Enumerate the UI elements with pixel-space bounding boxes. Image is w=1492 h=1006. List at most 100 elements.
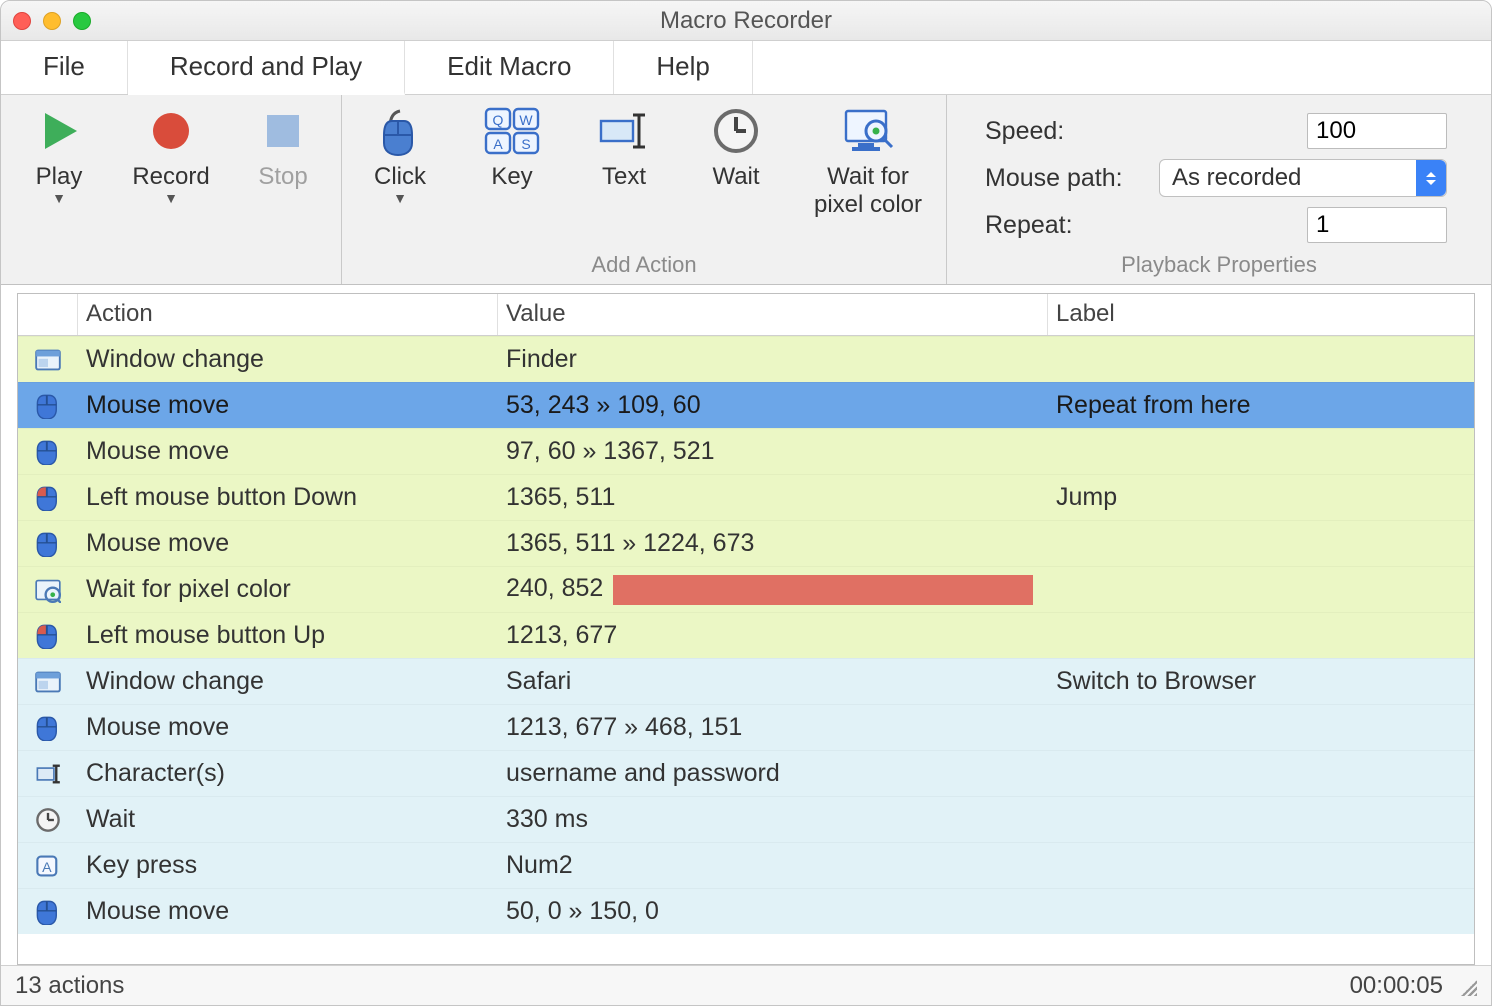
table-row[interactable]: Wait330 ms	[18, 796, 1474, 842]
table-row[interactable]: Mouse move1213, 677 » 468, 151	[18, 704, 1474, 750]
cell-action: Wait	[78, 799, 498, 840]
pixel-icon	[840, 103, 896, 159]
click-button[interactable]: Click ▼	[360, 103, 440, 202]
group-label-playrec	[19, 252, 323, 282]
mouse-blue-icon	[18, 439, 78, 465]
cell-value: 1365, 511	[498, 477, 1048, 518]
cell-label: Jump	[1048, 477, 1474, 518]
record-icon	[143, 103, 199, 159]
minimize-button[interactable]	[43, 12, 61, 30]
record-caret-icon: ▼	[164, 195, 178, 202]
click-label: Click	[374, 163, 426, 191]
close-button[interactable]	[13, 12, 31, 30]
mousepath-select[interactable]: As recorded	[1159, 159, 1447, 197]
speed-input[interactable]	[1307, 113, 1447, 149]
cell-label	[1048, 354, 1474, 366]
header-label[interactable]: Label	[1048, 294, 1474, 335]
cell-value: 53, 243 » 109, 60	[498, 385, 1048, 426]
repeat-input[interactable]	[1307, 207, 1447, 243]
key-button[interactable]: Q W A S Key	[472, 103, 552, 191]
cell-value: 240, 852	[498, 568, 1048, 610]
svg-text:W: W	[519, 112, 533, 128]
cell-value: 50, 0 » 150, 0	[498, 891, 1048, 932]
table-row[interactable]: Mouse move50, 0 » 150, 0	[18, 888, 1474, 934]
speed-label: Speed:	[985, 117, 1145, 146]
mouse-red-icon	[18, 623, 78, 649]
mouse-blue-icon	[18, 393, 78, 419]
cell-label	[1048, 768, 1474, 780]
group-label-add-action: Add Action	[360, 252, 928, 282]
tab-edit-macro[interactable]: Edit Macro	[405, 41, 614, 94]
table-row[interactable]: Key pressNum2	[18, 842, 1474, 888]
wait-label: Wait	[712, 163, 759, 191]
svg-text:A: A	[493, 136, 503, 152]
text-icon	[596, 103, 652, 159]
cell-action: Mouse move	[78, 431, 498, 472]
status-left: 13 actions	[15, 972, 124, 1000]
cell-action: Wait for pixel color	[78, 569, 498, 610]
cell-action: Mouse move	[78, 707, 498, 748]
record-button[interactable]: Record ▼	[131, 103, 211, 202]
table-row[interactable]: Mouse move97, 60 » 1367, 521	[18, 428, 1474, 474]
play-icon	[31, 103, 87, 159]
header-value[interactable]: Value	[498, 294, 1048, 335]
status-bar: 13 actions 00:00:05	[1, 965, 1491, 1005]
table-row[interactable]: Left mouse button Down1365, 511Jump	[18, 474, 1474, 520]
wait-pixel-label: Wait for pixel color	[814, 163, 922, 218]
cell-value: 330 ms	[498, 799, 1048, 840]
resize-grip-icon[interactable]	[1457, 976, 1477, 996]
cell-label: Repeat from here	[1048, 385, 1474, 426]
stop-button[interactable]: Stop	[243, 103, 323, 191]
tab-help[interactable]: Help	[614, 41, 752, 94]
wait-pixel-button[interactable]: Wait for pixel color	[808, 103, 928, 218]
svg-text:S: S	[521, 136, 530, 152]
record-label: Record	[132, 163, 209, 191]
mouse-red-icon	[18, 485, 78, 511]
cell-label	[1048, 906, 1474, 918]
mouse-icon	[372, 103, 428, 159]
header-action[interactable]: Action	[78, 294, 498, 335]
play-caret-icon: ▼	[52, 195, 66, 202]
cell-action: Left mouse button Down	[78, 477, 498, 518]
cell-label	[1048, 722, 1474, 734]
pixel-icon	[18, 577, 78, 603]
cell-value: 97, 60 » 1367, 521	[498, 431, 1048, 472]
table-row[interactable]: Window changeSafariSwitch to Browser	[18, 658, 1474, 704]
repeat-label: Repeat:	[985, 211, 1145, 240]
table-row[interactable]: Character(s)username and password	[18, 750, 1474, 796]
table-row[interactable]: Window changeFinder	[18, 336, 1474, 382]
table-row[interactable]: Wait for pixel color240, 852	[18, 566, 1474, 612]
cell-value: 1213, 677 » 468, 151	[498, 707, 1048, 748]
cell-value: 1213, 677	[498, 615, 1048, 656]
wait-button[interactable]: Wait	[696, 103, 776, 191]
cell-label	[1048, 814, 1474, 826]
mousepath-value: As recorded	[1172, 164, 1301, 192]
cell-action: Character(s)	[78, 753, 498, 794]
status-right: 00:00:05	[1350, 972, 1443, 1000]
window-icon	[18, 347, 78, 373]
tab-record-and-play[interactable]: Record and Play	[128, 41, 405, 95]
maximize-button[interactable]	[73, 12, 91, 30]
table-row[interactable]: Mouse move53, 243 » 109, 60Repeat from h…	[18, 382, 1474, 428]
svg-text:Q: Q	[493, 112, 504, 128]
table-row[interactable]: Left mouse button Up1213, 677	[18, 612, 1474, 658]
cell-action: Mouse move	[78, 891, 498, 932]
key-label: Key	[491, 163, 532, 191]
cell-value: Num2	[498, 845, 1048, 886]
action-table: Action Value Label Window changeFinderMo…	[17, 293, 1475, 965]
cell-action: Mouse move	[78, 523, 498, 564]
cell-action: Mouse move	[78, 385, 498, 426]
text-button[interactable]: Text	[584, 103, 664, 191]
play-button[interactable]: Play ▼	[19, 103, 99, 202]
text-label: Text	[602, 163, 646, 191]
cell-action: Key press	[78, 845, 498, 886]
tab-file[interactable]: File	[1, 41, 128, 94]
cell-label	[1048, 860, 1474, 872]
clock-icon	[18, 807, 78, 833]
window-title: Macro Recorder	[1, 7, 1491, 35]
cell-label: Switch to Browser	[1048, 661, 1474, 702]
cell-value: username and password	[498, 753, 1048, 794]
table-row[interactable]: Mouse move1365, 511 » 1224, 673	[18, 520, 1474, 566]
cell-label	[1048, 584, 1474, 596]
chevron-updown-icon	[1416, 160, 1446, 196]
